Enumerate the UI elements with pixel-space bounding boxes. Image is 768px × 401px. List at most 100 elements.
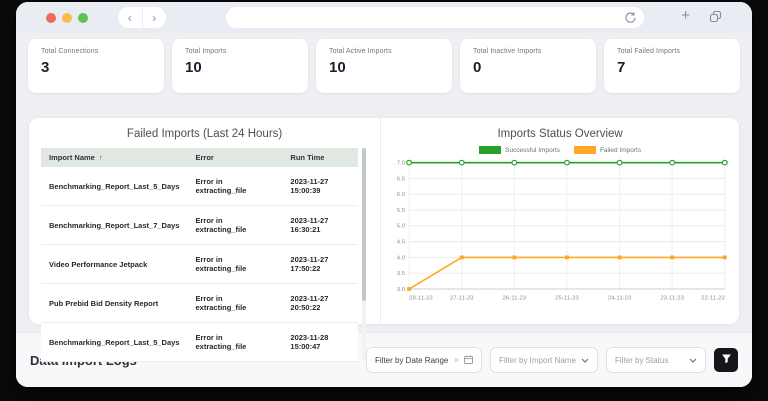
stat-card-label: Total Inactive Imports	[473, 48, 542, 55]
import-name-cell: Video Performance Jetpack	[41, 244, 188, 284]
error-cell: Error in extracting_file	[187, 205, 283, 245]
sort-ascending-icon: ↑	[98, 153, 103, 162]
column-header-error: Error	[187, 148, 283, 167]
table-row: Benchmarking_Report_Last_5_Days Error in …	[41, 322, 359, 362]
clear-date-icon[interactable]: ×	[454, 355, 459, 365]
legend-swatch	[479, 146, 502, 154]
chevron-down-icon	[581, 356, 589, 365]
table-row: Benchmarking_Report_Last_7_Days Error in …	[41, 205, 359, 245]
stat-card-label: Total Imports	[185, 48, 227, 55]
import-name-cell: Benchmarking_Report_Last_5_Days	[41, 322, 188, 362]
svg-text:22-11-23: 22-11-23	[701, 296, 725, 302]
reload-icon[interactable]	[624, 11, 637, 29]
legend-label: Failed Imports	[599, 146, 642, 154]
legend-swatch	[573, 146, 596, 154]
date-range-filter[interactable]: Filter by Date Range ×	[366, 347, 482, 373]
stats-cards-row: Total Connections 3 Total Imports 10 Total A…	[16, 33, 752, 93]
error-cell: Error in extracting_file	[187, 322, 283, 362]
svg-text:25-11-23: 25-11-23	[555, 296, 579, 302]
legend-item: Failed Imports	[573, 146, 642, 154]
table-row: Benchmarking_Report_Last_5_Days Error in …	[41, 167, 359, 206]
back-button[interactable]: ‹	[118, 7, 143, 28]
svg-text:4.5: 4.5	[397, 240, 406, 246]
column-header-import-name[interactable]: Import Name ↑	[41, 148, 188, 167]
address-bar[interactable]	[226, 7, 644, 28]
forward-button[interactable]: ›	[143, 7, 167, 28]
nav-buttons: ‹ ›	[118, 7, 166, 28]
tab-overview-icon[interactable]	[709, 10, 722, 28]
svg-text:24-11-23: 24-11-23	[608, 296, 632, 302]
close-window-button[interactable]	[46, 13, 56, 23]
legend-item: Successful Imports	[479, 146, 560, 154]
calendar-icon[interactable]	[464, 351, 473, 369]
failed-imports-section: Failed Imports (Last 24 Hours) Import Na…	[29, 118, 382, 362]
status-filter[interactable]: Filter by Status	[606, 347, 706, 373]
funnel-icon	[721, 351, 732, 369]
main-panel: Failed Imports (Last 24 Hours) Import Na…	[28, 117, 740, 362]
stat-card: Total Connections 3	[28, 39, 164, 93]
stat-card: Total Inactive Imports 0	[460, 39, 596, 93]
chart-legend: Successful Imports Failed Imports	[389, 146, 731, 154]
svg-text:6.5: 6.5	[397, 176, 406, 182]
svg-text:28-11-23: 28-11-23	[409, 296, 433, 302]
stat-card: Total Failed Imports 7	[604, 39, 740, 93]
run-time-cell: 2023-11-27 16:30:21	[282, 205, 359, 245]
date-range-value: Filter by Date Range	[375, 355, 449, 365]
browser-chrome: ‹ › +	[16, 2, 752, 33]
import-name-cell: Benchmarking_Report_Last_7_Days	[41, 205, 188, 245]
stat-card-value: 10	[185, 59, 202, 76]
imports-status-section: Imports Status Overview Successful Impor…	[381, 118, 739, 324]
run-time-cell: 2023-11-28 15:00:47	[282, 322, 359, 362]
import-name-cell: Pub Prebid Bid Density Report	[41, 283, 188, 323]
svg-text:27-11-23: 27-11-23	[450, 296, 474, 302]
apply-filter-button[interactable]	[714, 348, 738, 372]
svg-text:7.0: 7.0	[397, 161, 406, 167]
run-time-cell: 2023-11-27 15:00:39	[282, 167, 359, 206]
minimize-window-button[interactable]	[62, 13, 72, 23]
url-input[interactable]	[226, 12, 644, 23]
column-header-run-time: Run Time	[282, 148, 359, 167]
stat-card: Total Active Imports 10	[316, 39, 452, 93]
svg-text:5.5: 5.5	[397, 208, 406, 214]
import-name-header-label: Import Name	[49, 153, 95, 162]
import-name-cell: Benchmarking_Report_Last_5_Days	[41, 167, 188, 206]
dashboard-content: Total Connections 3 Total Imports 10 Total A…	[16, 33, 752, 387]
chevron-down-icon	[689, 356, 697, 365]
stat-card-value: 10	[329, 59, 346, 76]
stat-card-value: 0	[473, 59, 482, 76]
svg-text:4.0: 4.0	[397, 255, 406, 261]
table-scrollbar	[362, 148, 367, 360]
imports-status-title: Imports Status Overview	[497, 128, 623, 140]
failed-imports-table: Import Name ↑ Error Run Time Benchmarking…	[41, 148, 359, 362]
stat-card-value: 3	[41, 59, 50, 76]
stat-card: Total Imports 10	[172, 39, 308, 93]
zoom-window-button[interactable]	[78, 13, 88, 23]
error-cell: Error in extracting_file	[187, 167, 283, 206]
svg-text:23-11-23: 23-11-23	[661, 296, 685, 302]
traffic-lights	[46, 13, 88, 23]
svg-text:5.0: 5.0	[397, 224, 406, 230]
svg-text:6.0: 6.0	[397, 192, 406, 198]
new-tab-icon[interactable]: +	[681, 8, 690, 23]
failed-imports-table-wrap: Import Name ↑ Error Run Time Benchmarking…	[41, 148, 368, 362]
browser-window: ‹ › + Total Connections 3 Total Imports 10 T…	[16, 2, 752, 387]
imports-chart: 3.0 3.5 4.0 4.5 5.0 5.5 6.0 6.5 7.0 28-11-23 27-11…	[397, 159, 728, 302]
failed-imports-title: Failed Imports (Last 24 Hours)	[126, 128, 283, 140]
svg-text:3.5: 3.5	[397, 271, 406, 277]
stat-card-label: Total Active Imports	[329, 48, 392, 55]
run-time-cell: 2023-11-27 20:50:22	[282, 283, 359, 323]
svg-text:3.0: 3.0	[397, 287, 406, 293]
stat-card-value: 7	[617, 59, 626, 76]
error-cell: Error in extracting_file	[187, 244, 283, 284]
run-time-cell: 2023-11-27 17:50:22	[282, 244, 359, 284]
stat-card-label: Total Failed Imports	[617, 48, 681, 55]
import-name-filter[interactable]: Filter by Import Name	[490, 347, 598, 373]
legend-label: Successful Imports	[505, 146, 560, 154]
import-name-placeholder: Filter by Import Name	[499, 355, 576, 365]
status-placeholder: Filter by Status	[615, 355, 669, 365]
table-scrollbar-thumb[interactable]	[362, 148, 367, 301]
stat-card-label: Total Connections	[41, 48, 99, 55]
error-cell: Error in extracting_file	[187, 283, 283, 323]
failed-imports-rows: Benchmarking_Report_Last_5_Days Error in …	[41, 167, 359, 362]
table-row: Video Performance Jetpack Error in extrac…	[41, 244, 359, 284]
